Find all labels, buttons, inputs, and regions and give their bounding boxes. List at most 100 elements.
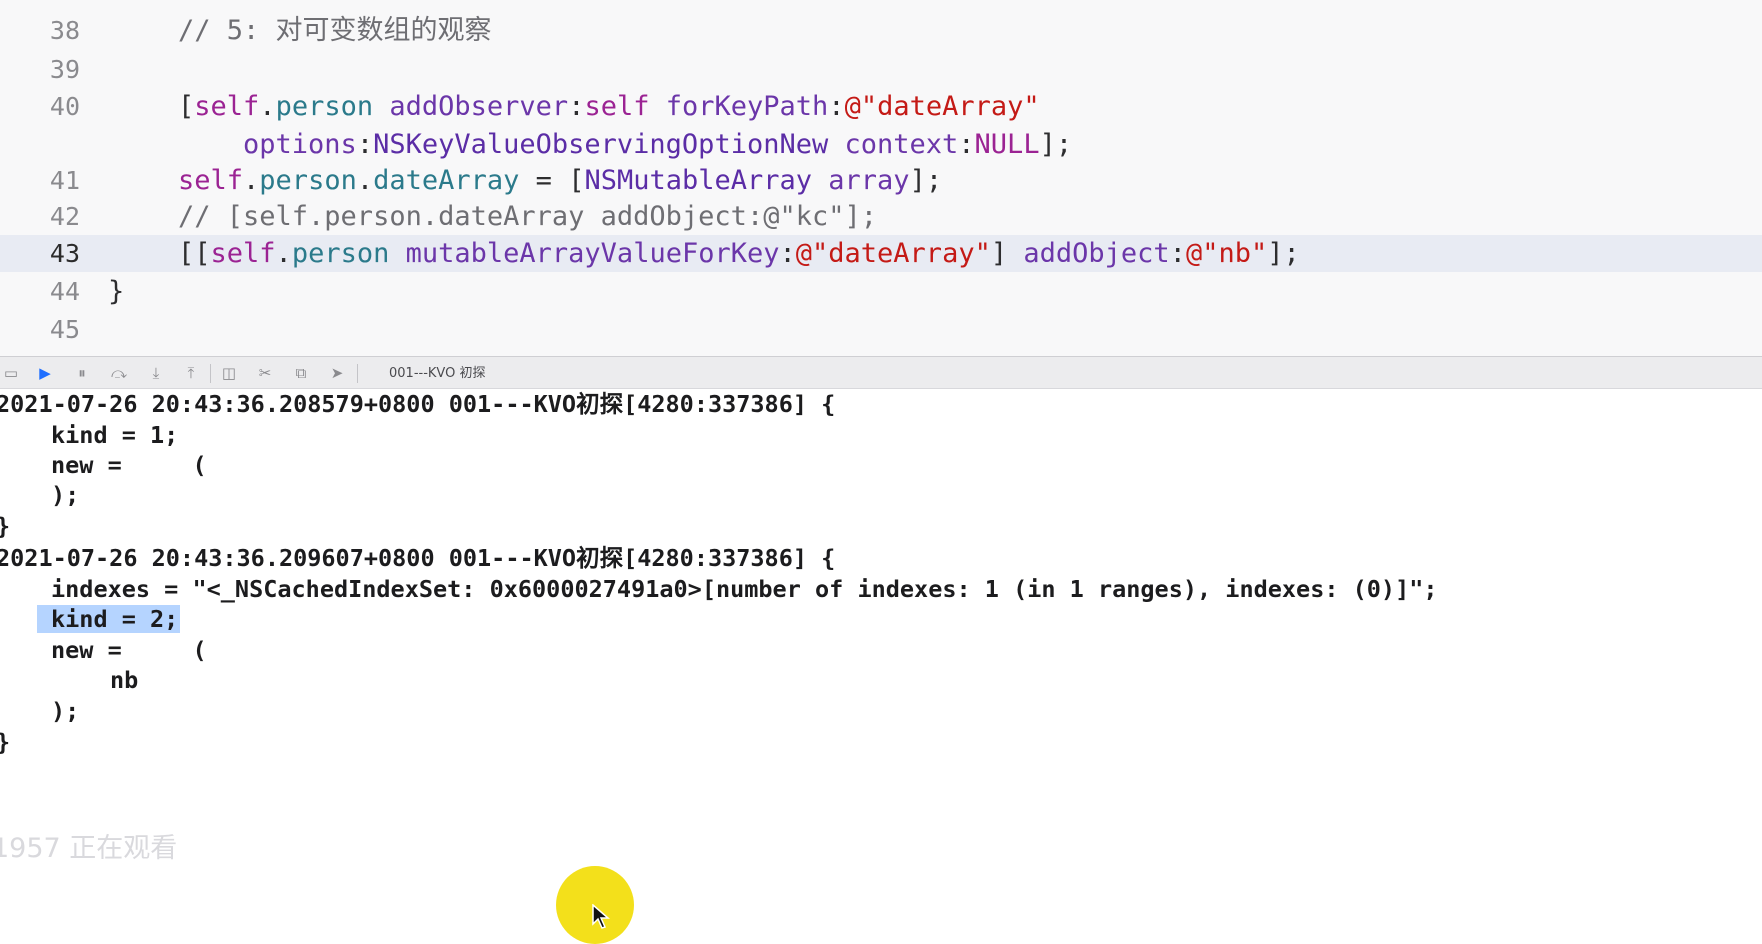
line-number[interactable]: 38 [0,12,80,49]
line-number[interactable]: 44 [0,273,80,310]
code-token: ] [990,238,1024,269]
console-text: } [0,512,10,540]
line-number[interactable]: 43 [0,235,80,272]
console-text: new = ( [51,451,207,479]
code-token: ]; [1267,238,1300,269]
line-number[interactable]: 45 [0,311,80,348]
toolbar-divider [357,364,358,383]
code-line[interactable]: 42 // [self.person.dateArray addObject:@"… [0,198,1762,235]
line-number[interactable]: 42 [0,198,80,235]
code-token: context [828,129,959,160]
code-token: NSKeyValueObservingOptionNew [373,129,829,160]
scheme-label[interactable]: 001---KVO 初探 [389,357,485,390]
console-line[interactable]: } [0,727,10,757]
code-token: self [178,165,244,196]
code-token: : [356,129,374,160]
code-token: [[ [178,238,211,269]
debug-bar: 001---KVO 初探 ▭ ▶ ⏸ ⤼ ⤓ ⤒ ◫ ✂ ⧉ ➤ [0,356,1762,389]
console-output[interactable]: 2021-07-26 20:43:36.208579+0800 001---KV… [0,389,1762,926]
step-into-icon[interactable]: ⤓ [145,362,167,384]
console-line[interactable]: nb [110,665,138,695]
memory-graph-icon[interactable]: ✂ [254,362,276,384]
code-line[interactable]: 38 // 5: 对可变数组的观察 [0,12,1762,49]
code-token: dateArray [373,165,520,196]
code-token: } [108,276,125,307]
simulate-location-icon[interactable]: ➤ [326,362,348,384]
code-token: @"nb" [1185,238,1268,269]
console-text: ); [51,697,80,725]
code-token: person [275,91,374,122]
code-token: addObserver [373,91,569,122]
code-text: [self.person addObserver:self forKeyPath… [178,88,1040,125]
step-over-icon[interactable]: ⤼ [108,362,130,384]
code-text: } [108,273,124,310]
console-line[interactable]: kind = 1; [51,420,178,450]
console-text: kind = 2; [37,605,181,633]
console-line[interactable]: ); [51,480,79,510]
console-text: new = ( [51,636,207,664]
code-token: : [828,91,845,122]
code-token: ]; [909,165,943,196]
code-line[interactable]: 41 self.person.dateArray = [NSMutableArra… [0,162,1762,199]
view-hierarchy-icon[interactable]: ◫ [218,362,240,384]
code-text: // [self.person.dateArray addObject:@"kc… [178,198,877,235]
code-line[interactable]: 40 [self.person addObserver:self forKeyPa… [0,88,1762,125]
line-number[interactable]: 40 [0,88,80,125]
code-token: // 5: 对可变数组的观察 [178,15,492,46]
code-text: self.person.dateArray = [NSMutableArray … [178,162,942,199]
toolbar-divider [210,364,211,383]
console-text: } [0,728,10,756]
environment-overrides-icon[interactable]: ⧉ [290,362,312,384]
mouse-pointer-icon [592,904,610,929]
source-editor[interactable]: 38// 5: 对可变数组的观察 39 40 [self.person addObse… [0,0,1762,356]
viewer-count: 1957 正在观看 [0,833,178,864]
console-line[interactable]: new = ( [51,635,207,665]
code-token: self [584,91,650,122]
step-out-icon[interactable]: ⤒ [180,362,202,384]
code-token: . [356,165,374,196]
code-token: . [275,238,292,269]
code-line[interactable]: options:NSKeyValueObservingOptionNew con… [0,126,1762,163]
console-line[interactable]: 2021-07-26 20:43:36.208579+0800 001---KV… [0,389,835,419]
pause-icon[interactable]: ⏸ [71,362,93,384]
console-text: 2021-07-26 20:43:36.208579+0800 001---KV… [0,390,836,418]
code-token: addObject [1023,238,1170,269]
line-number[interactable]: 39 [0,51,80,88]
code-token: options [178,129,357,160]
code-token: = [ [519,165,585,196]
code-token: : [568,91,585,122]
code-text: options:NSKeyValueObservingOptionNew con… [178,126,1072,163]
code-token: mutableArrayValueForKey [389,238,780,269]
console-line[interactable]: } [0,511,10,541]
code-token: : [958,129,975,160]
code-token: . [259,91,276,122]
code-token: : [779,238,796,269]
code-text: [[self.person mutableArrayValueForKey:@"… [178,235,1300,272]
code-line[interactable]: 45 [0,311,1762,348]
code-token: self [210,238,276,269]
code-token: . [243,165,260,196]
code-line[interactable]: 43 [[self.person mutableArrayValueForKey:… [0,235,1762,272]
code-text: // 5: 对可变数组的观察 [178,12,492,49]
console-line[interactable]: ); [51,696,79,726]
code-token: [ [178,91,195,122]
console-text: ); [51,481,80,509]
console-line[interactable]: 2021-07-26 20:43:36.209607+0800 001---KV… [0,543,835,573]
line-number[interactable]: 41 [0,162,80,199]
code-token: forKeyPath [649,91,829,122]
console-line[interactable]: indexes = "<_NSCachedIndexSet: 0x6000027… [51,574,1438,604]
code-token: @"dateArray" [844,91,1040,122]
console-line[interactable]: new = ( [51,450,207,480]
hide-console-icon[interactable]: ▭ [0,362,22,384]
breakpoints-toggle-icon[interactable]: ▶ [34,362,56,384]
console-line-selected[interactable]: kind = 2; [37,604,181,634]
code-token: person [291,238,390,269]
console-text: nb [110,666,139,694]
console-text: 2021-07-26 20:43:36.209607+0800 001---KV… [0,544,836,572]
code-line[interactable]: 44} [0,273,1762,310]
code-line[interactable]: 39 [0,51,1762,88]
code-token: self [194,91,260,122]
code-token: array [812,165,910,196]
console-text: indexes = "<_NSCachedIndexSet: 0x6000027… [51,575,1438,603]
code-token: @"dateArray" [795,238,991,269]
